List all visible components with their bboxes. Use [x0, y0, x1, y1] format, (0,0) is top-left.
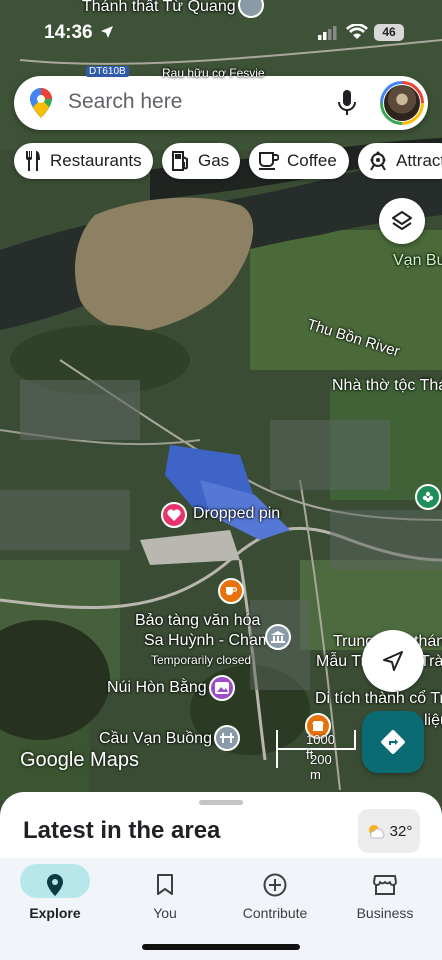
map-label-relic[interactable]: Di tích thành cổ Tr [315, 690, 442, 708]
status-bar: 14:36 46 [0, 20, 442, 48]
navigation-arrow-icon [383, 651, 403, 671]
partly-cloudy-icon [368, 825, 385, 839]
cellular-signal-icon [318, 26, 337, 40]
search-input[interactable]: Search here [68, 90, 182, 114]
map-label-mau-tr[interactable]: Mẫu Tr [316, 653, 366, 671]
scale-meters: 200 m [310, 752, 332, 782]
directions-icon [381, 730, 405, 754]
nav-explore[interactable]: Explore [0, 858, 110, 928]
map-label-top-place[interactable]: Thánh thất Từ Quang [82, 0, 236, 16]
flower-poi-icon[interactable] [415, 484, 441, 510]
layers-icon [392, 211, 412, 230]
map-label-museum-status: Temporarily closed [151, 653, 252, 667]
museum-poi-icon[interactable] [265, 624, 291, 650]
my-location-button[interactable] [362, 630, 424, 692]
sheet-drag-handle[interactable] [199, 800, 243, 805]
attractions-icon [370, 151, 386, 171]
map-label-top-street[interactable]: Rau hữu cơ Fesvie [162, 66, 265, 80]
map-label-museum-line1[interactable]: Bảo tàng văn hóa [135, 612, 260, 630]
photo-landmark-icon [215, 682, 229, 694]
nav-label: Contribute [242, 905, 308, 921]
avatar[interactable] [380, 81, 424, 125]
map-label-relic-right[interactable]: liệu [424, 712, 442, 730]
road-badge: DT610B [86, 66, 129, 77]
map-label-bridge[interactable]: Cầu Vạn Buồng [99, 730, 212, 748]
status-time: 14:36 [44, 22, 93, 43]
nav-contribute[interactable]: Contribute [220, 858, 330, 928]
location-arrow-icon [101, 26, 113, 38]
chip-label: Restaurants [50, 151, 142, 170]
chip-label: Attract [396, 151, 442, 170]
nav-you[interactable]: You [110, 858, 220, 928]
google-maps-watermark: Google Maps [20, 749, 139, 771]
museum-icon [271, 631, 285, 643]
storefront-icon [373, 875, 397, 895]
bookmark-icon [157, 874, 173, 895]
temperature: 32° [389, 822, 413, 840]
microphone-icon[interactable] [338, 90, 356, 116]
nav-label: Business [356, 905, 414, 921]
sheet-title: Latest in the area [23, 817, 221, 844]
battery-level: 46 [374, 24, 404, 41]
coffee-poi-icon[interactable] [218, 578, 244, 604]
wifi-icon [346, 24, 368, 39]
map-label-van-bu[interactable]: Vạn Bu [393, 252, 442, 270]
category-chips: Restaurants Gas Coffee Attract [0, 143, 442, 181]
gas-pump-icon [172, 151, 188, 171]
google-maps-pin-icon [30, 88, 52, 118]
directions-button[interactable] [362, 711, 424, 773]
chip-label: Gas [198, 151, 230, 170]
explore-pin-icon [47, 874, 63, 896]
nav-business[interactable]: Business [330, 858, 440, 928]
bridge-poi-icon[interactable] [214, 725, 240, 751]
bridge-icon [220, 733, 234, 743]
chip-label: Coffee [287, 151, 337, 170]
plus-circle-icon [263, 873, 287, 897]
mountain-poi-icon[interactable] [209, 675, 235, 701]
nav-label: Explore [29, 905, 81, 921]
coffee-cup-icon [259, 152, 279, 170]
map-label-church[interactable]: Nhà thờ tộc Thá [332, 377, 442, 395]
map-label-dropped-pin[interactable]: Dropped pin [193, 505, 280, 523]
map-label-mountain[interactable]: Núi Hòn Bằng [107, 679, 207, 697]
weather-chip[interactable]: 32° [358, 809, 420, 853]
heart-icon [167, 509, 181, 521]
fork-knife-icon [26, 151, 40, 171]
home-indicator[interactable] [142, 944, 300, 950]
search-bar[interactable]: Search here [14, 76, 428, 130]
flower-icon [422, 491, 434, 502]
chip-gas[interactable]: Gas [162, 143, 240, 179]
dropped-pin-marker[interactable] [161, 502, 187, 528]
coffee-cup-icon [226, 587, 237, 595]
layers-button[interactable] [379, 198, 425, 244]
chip-restaurants[interactable]: Restaurants [14, 143, 153, 179]
nav-label: You [153, 905, 177, 921]
chip-attractions[interactable]: Attract [358, 143, 442, 179]
chip-coffee[interactable]: Coffee [249, 143, 349, 179]
